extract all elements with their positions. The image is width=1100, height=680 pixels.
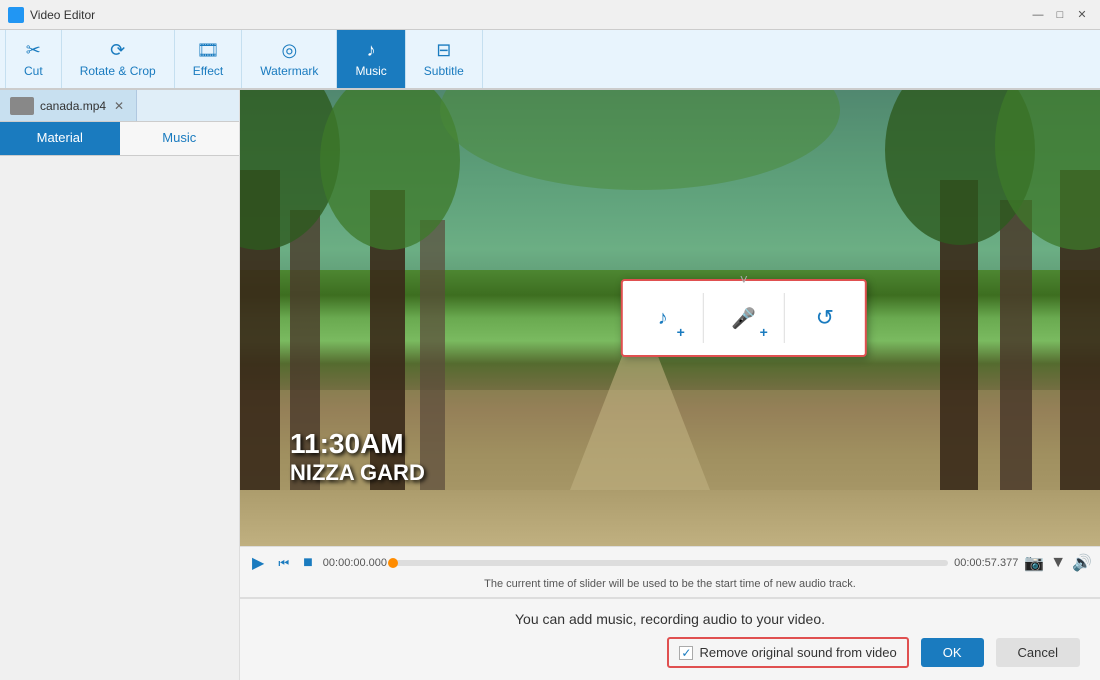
video-overlay-text: 11:30AM NIZZA GARD: [290, 428, 425, 486]
file-tab-close[interactable]: ✕: [112, 99, 126, 113]
file-name: canada.mp4: [40, 99, 106, 113]
checkbox-checkmark: ✓: [681, 646, 691, 660]
video-area: 11:30AM NIZZA GARD ˅ ♪ +: [240, 90, 1100, 680]
tab-effect[interactable]: 🎞 Effect: [175, 30, 242, 88]
minimize-button[interactable]: —: [1028, 5, 1048, 25]
replace-audio-button[interactable]: ↺: [805, 298, 845, 338]
main-content: canada.mp4 ✕ Material Music: [0, 90, 1100, 680]
title-bar-left: Video Editor: [8, 7, 95, 23]
play-button[interactable]: ▶: [248, 551, 268, 575]
app-icon: [8, 7, 24, 23]
bottom-footer: ✓ Remove original sound from video OK Ca…: [260, 637, 1080, 668]
panel-tab-material[interactable]: Material: [0, 122, 120, 155]
cut-icon: ✂: [26, 40, 41, 61]
add-music-hint: You can add music, recording audio to yo…: [515, 611, 825, 627]
tab-subtitle-label: Subtitle: [424, 64, 464, 78]
tab-music[interactable]: ♪ Music: [337, 30, 405, 88]
camera-button[interactable]: 📷: [1024, 553, 1044, 573]
maximize-button[interactable]: □: [1050, 5, 1070, 25]
video-background: 11:30AM NIZZA GARD ˅ ♪ +: [240, 90, 1100, 546]
stop-icon: ■: [303, 554, 313, 572]
play-icon: ▶: [252, 553, 264, 573]
video-player: 11:30AM NIZZA GARD ˅ ♪ +: [240, 90, 1100, 546]
tab-rotate-crop[interactable]: ⟳ Rotate & Crop: [62, 30, 175, 88]
controls-bar: ▶ ⏮ ■ 00:00:00.000 00:00:57.377 📷 ▼ 🔊 Th…: [240, 546, 1100, 597]
close-button[interactable]: ✕: [1072, 5, 1092, 25]
subtitle-icon: ⊟: [436, 40, 451, 61]
tab-rotate-crop-label: Rotate & Crop: [80, 64, 156, 78]
popup-divider-2: [784, 293, 785, 343]
remove-sound-checkbox[interactable]: ✓: [679, 646, 693, 660]
tab-cut[interactable]: ✂ Cut: [5, 30, 62, 88]
stop-button[interactable]: ■: [299, 552, 317, 574]
remove-sound-box: ✓ Remove original sound from video: [667, 637, 908, 668]
remove-sound-label: Remove original sound from video: [699, 645, 896, 660]
watermark-icon: ◎: [281, 40, 297, 61]
ok-button[interactable]: OK: [921, 638, 984, 667]
file-thumbnail: [10, 97, 34, 115]
record-audio-icon: 🎤 +: [724, 298, 764, 338]
window-title: Video Editor: [30, 8, 95, 22]
file-tab-bar: canada.mp4 ✕: [0, 90, 239, 122]
tab-watermark[interactable]: ◎ Watermark: [242, 30, 337, 88]
tab-cut-label: Cut: [24, 64, 43, 78]
progress-bar[interactable]: [393, 560, 948, 566]
tab-watermark-label: Watermark: [260, 64, 318, 78]
controls-hint: The current time of slider will be used …: [248, 578, 1092, 590]
popup-arrow: ˅: [740, 271, 748, 287]
popup-divider-1: [703, 293, 704, 343]
controls-row-1: ▶ ⏮ ■ 00:00:00.000 00:00:57.377 📷 ▼ 🔊: [248, 551, 1092, 575]
time-end: 00:00:57.377: [954, 557, 1018, 569]
time-start: 00:00:00.000: [323, 557, 387, 569]
volume-icon: ▼: [1050, 554, 1066, 572]
music-icon: ♪: [367, 40, 376, 61]
left-panel: canada.mp4 ✕ Material Music: [0, 90, 240, 680]
panel-tabs: Material Music: [0, 122, 239, 156]
audio-popup: ˅ ♪ + 🎤 +: [621, 279, 867, 357]
replace-audio-icon: ↺: [805, 298, 845, 338]
title-bar-controls: — □ ✕: [1028, 5, 1092, 25]
panel-tab-music[interactable]: Music: [120, 122, 240, 155]
add-music-button[interactable]: ♪ +: [643, 298, 683, 338]
rotate-crop-icon: ⟳: [110, 40, 125, 61]
toolbar: ✂ Cut ⟳ Rotate & Crop 🎞 Effect ◎ Waterma…: [0, 30, 1100, 90]
add-music-icon: ♪ +: [643, 298, 683, 338]
file-tab[interactable]: canada.mp4 ✕: [0, 90, 137, 121]
record-audio-button[interactable]: 🎤 +: [724, 298, 764, 338]
controls-row-hint: The current time of slider will be used …: [248, 578, 1092, 590]
bottom-area: You can add music, recording audio to yo…: [240, 597, 1100, 680]
tab-music-label: Music: [355, 64, 386, 78]
volume-control[interactable]: 🔊: [1072, 553, 1092, 573]
video-location-display: NIZZA GARD: [290, 460, 425, 486]
cancel-button[interactable]: Cancel: [996, 638, 1080, 667]
panel-content: [0, 156, 239, 680]
title-bar: Video Editor — □ ✕: [0, 0, 1100, 30]
progress-thumb[interactable]: [388, 558, 398, 568]
prev-frame-button[interactable]: ⏮: [274, 554, 293, 573]
effect-icon: 🎞: [197, 40, 220, 61]
tab-subtitle[interactable]: ⊟ Subtitle: [406, 30, 483, 88]
tab-effect-label: Effect: [193, 64, 223, 78]
video-time-display: 11:30AM: [290, 428, 425, 460]
